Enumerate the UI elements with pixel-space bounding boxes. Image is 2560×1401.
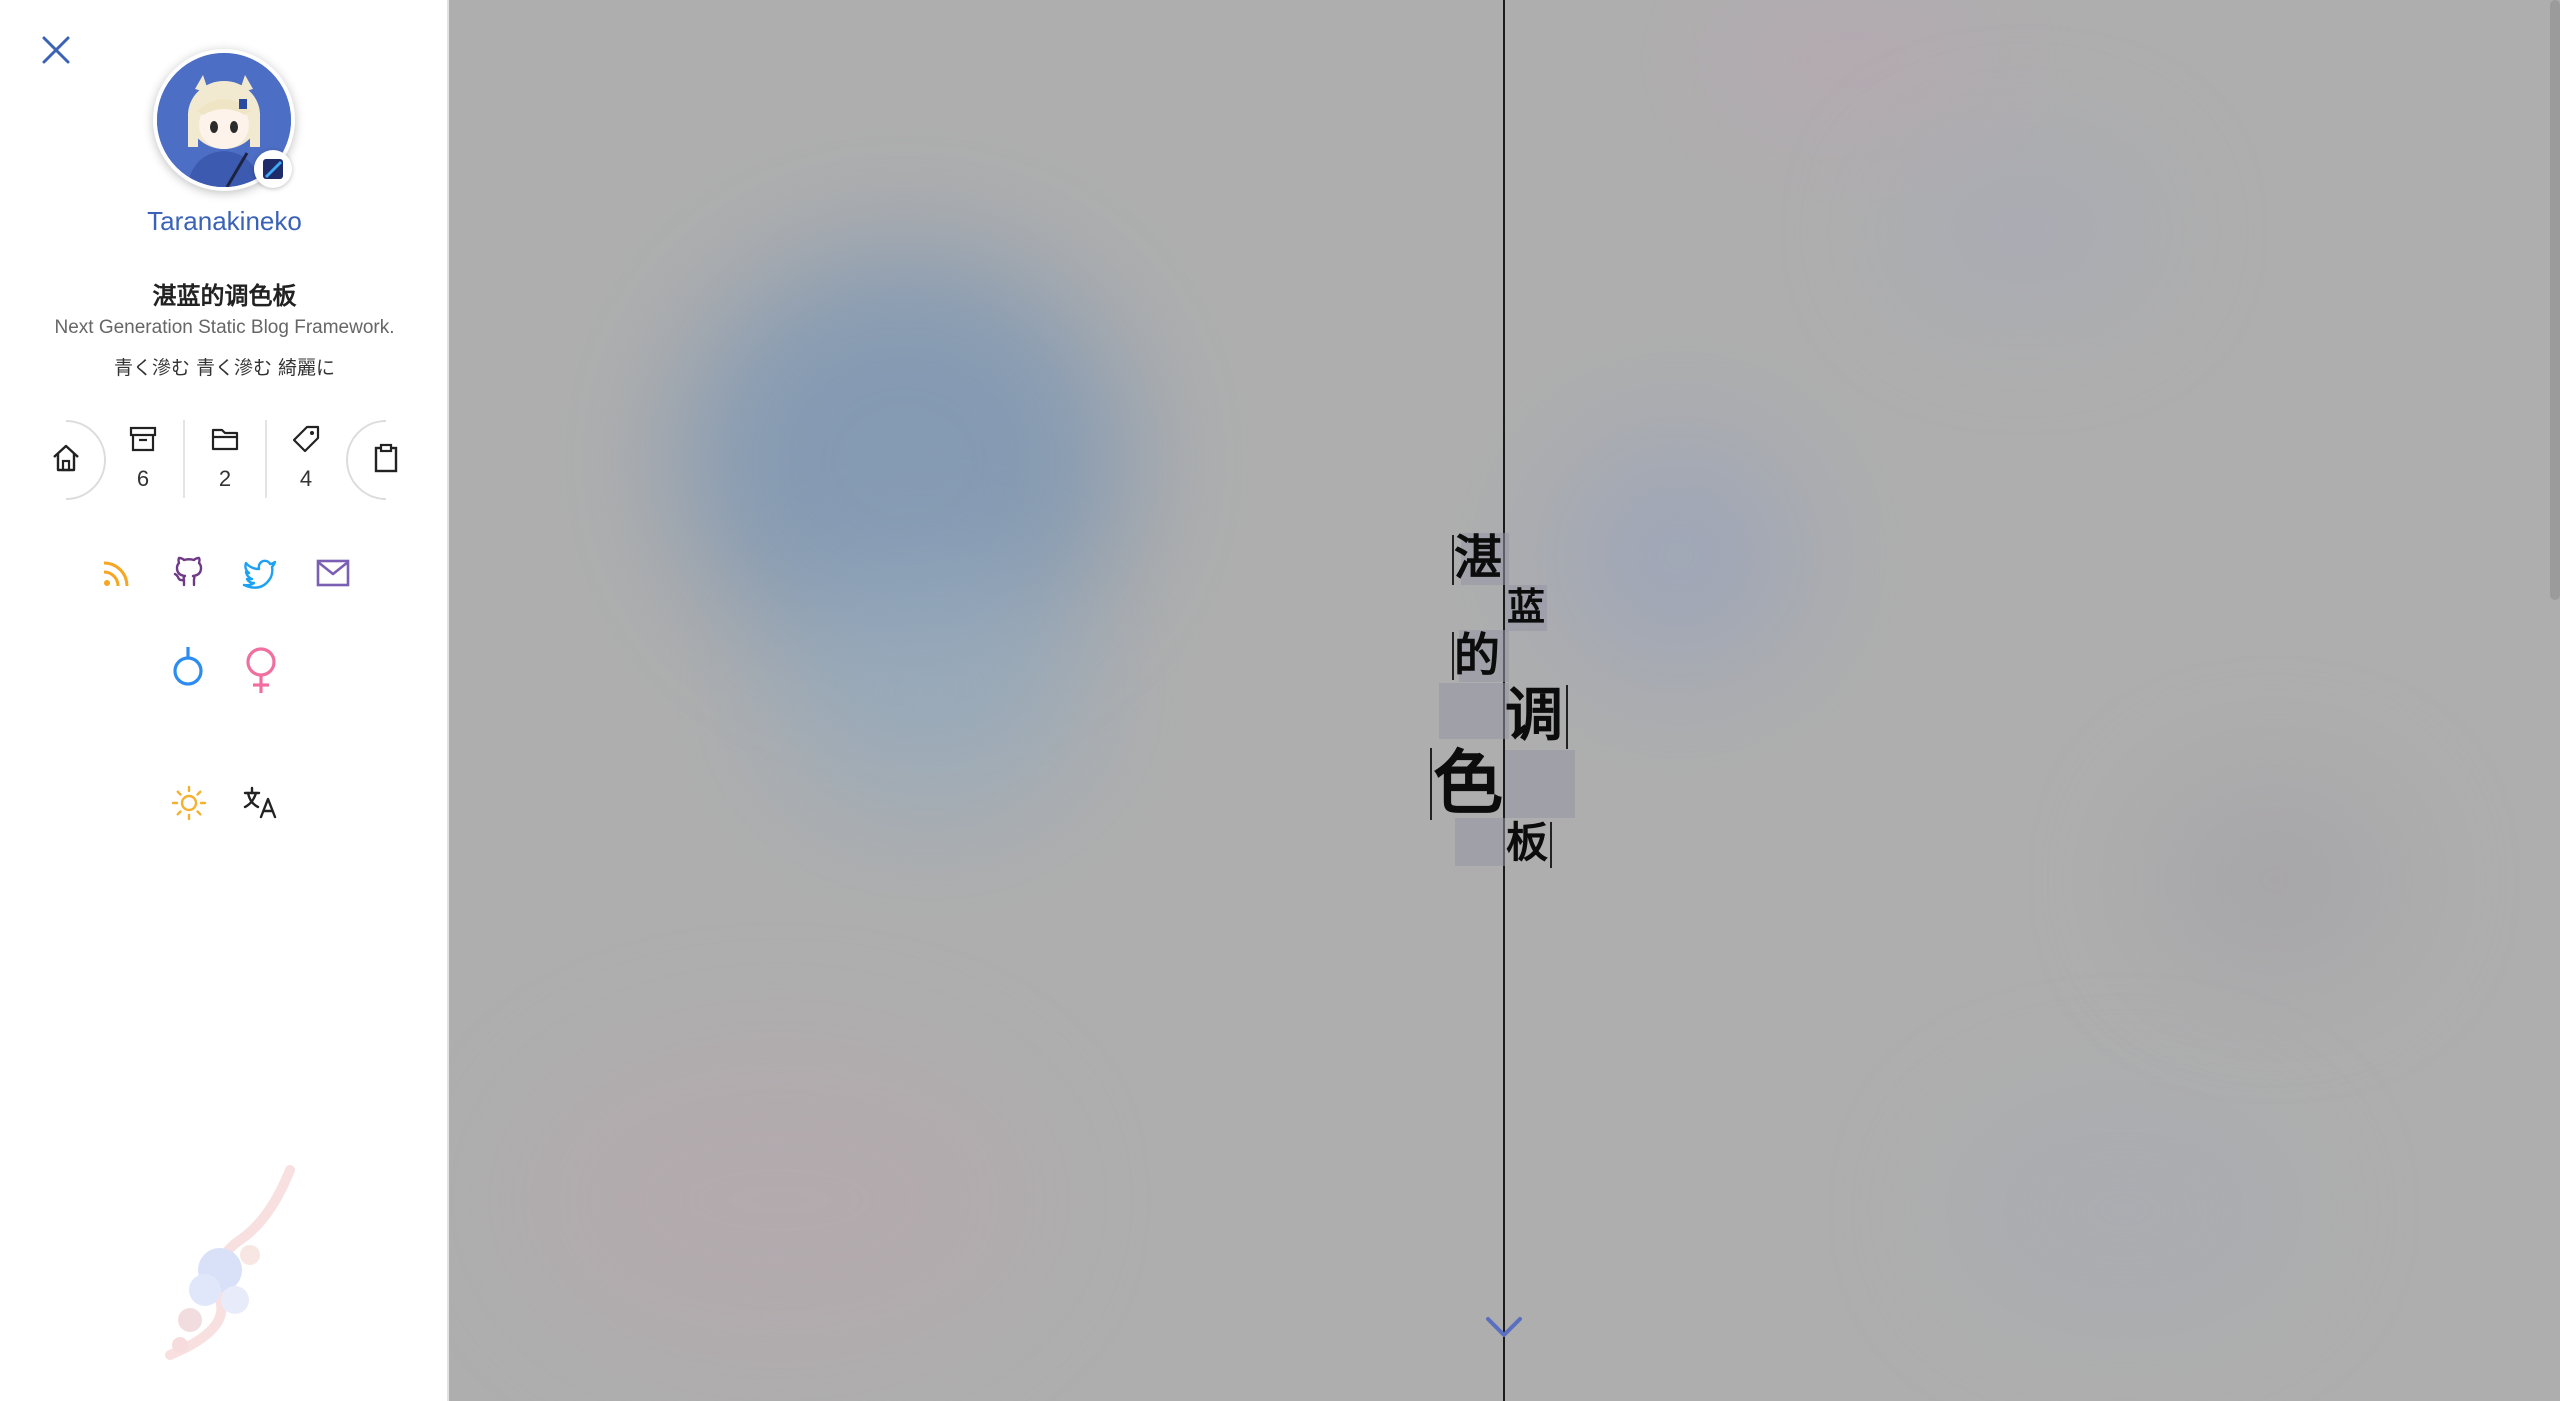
github-icon — [173, 556, 203, 587]
sun-icon — [171, 785, 207, 821]
hero-banner: 湛 蓝 的 调 色 板 — [449, 0, 2560, 1401]
blur-blob — [769, 560, 1089, 820]
blur-blob — [1899, 150, 2149, 310]
char-bar — [1550, 822, 1552, 868]
palette-badge-icon — [263, 159, 283, 179]
hero-title-char: 蓝 — [1507, 584, 1546, 629]
archive-icon — [129, 426, 157, 452]
female-symbol-icon — [246, 647, 276, 693]
blur-blob — [1699, 0, 1999, 120]
decorative-illustration — [150, 1160, 330, 1360]
language-toggle-button[interactable] — [241, 783, 281, 823]
github-link[interactable] — [169, 553, 209, 593]
home-icon — [53, 444, 79, 472]
categories-stat[interactable]: 2 — [185, 420, 265, 500]
mail-icon — [316, 559, 350, 587]
clipboard-icon — [374, 443, 398, 473]
clipboard-button[interactable] — [346, 420, 426, 500]
rss-icon — [103, 561, 129, 587]
hero-title-char: 湛 — [1454, 530, 1503, 586]
blur-blob — [2149, 780, 2399, 980]
scroll-down-button[interactable] — [1482, 1305, 1526, 1349]
sidebar: Taranakineko 湛蓝的调色板 Next Generation Stat… — [0, 0, 449, 1401]
twitter-link[interactable] — [240, 553, 280, 593]
rss-link[interactable] — [97, 553, 137, 593]
blur-blob — [1949, 1100, 2299, 1320]
folder-icon — [211, 428, 239, 451]
theme-toggle-button[interactable] — [169, 783, 209, 823]
char-bg — [1455, 818, 1505, 866]
site-subtitle: Next Generation Static Blog Framework. — [54, 317, 395, 338]
hero-title-char: 调 — [1505, 681, 1564, 749]
avatar-badge — [254, 150, 292, 188]
char-bg — [1439, 683, 1509, 739]
blur-blob — [529, 1050, 1029, 1350]
hero-title-char: 的 — [1454, 628, 1500, 682]
site-stats: 6 2 4 — [0, 420, 449, 500]
blur-blob — [1549, 430, 1809, 680]
tags-stat[interactable]: 4 — [266, 420, 346, 500]
twitter-icon — [242, 559, 277, 589]
site-motto: 青く滲む 青く滲む 綺麗に — [113, 357, 336, 379]
author-name[interactable]: Taranakineko — [0, 206, 449, 237]
hero-title-char: 板 — [1506, 818, 1549, 867]
categories-count: 2 — [218, 466, 232, 491]
site-title: 湛蓝的调色板 — [152, 281, 297, 310]
archives-count: 6 — [136, 466, 150, 491]
email-link[interactable] — [313, 553, 353, 593]
page-scrollbar[interactable] — [2550, 0, 2560, 600]
char-bar — [1566, 685, 1568, 749]
translate-icon — [243, 786, 277, 819]
chevron-down-icon — [1486, 1317, 1522, 1337]
char-bg — [1505, 750, 1575, 818]
hero-title-char: 色 — [1433, 741, 1503, 824]
archives-stat[interactable]: 6 — [103, 420, 183, 500]
male-symbol-button[interactable] — [166, 645, 210, 695]
close-sidebar-button[interactable] — [36, 30, 76, 70]
tags-count: 4 — [299, 466, 313, 491]
close-icon — [42, 36, 70, 64]
tag-icon — [292, 425, 320, 453]
home-button[interactable] — [26, 420, 106, 500]
female-symbol-button[interactable] — [239, 645, 283, 695]
char-bar — [1430, 748, 1432, 820]
social-links — [0, 553, 449, 593]
male-symbol-icon — [173, 647, 203, 686]
